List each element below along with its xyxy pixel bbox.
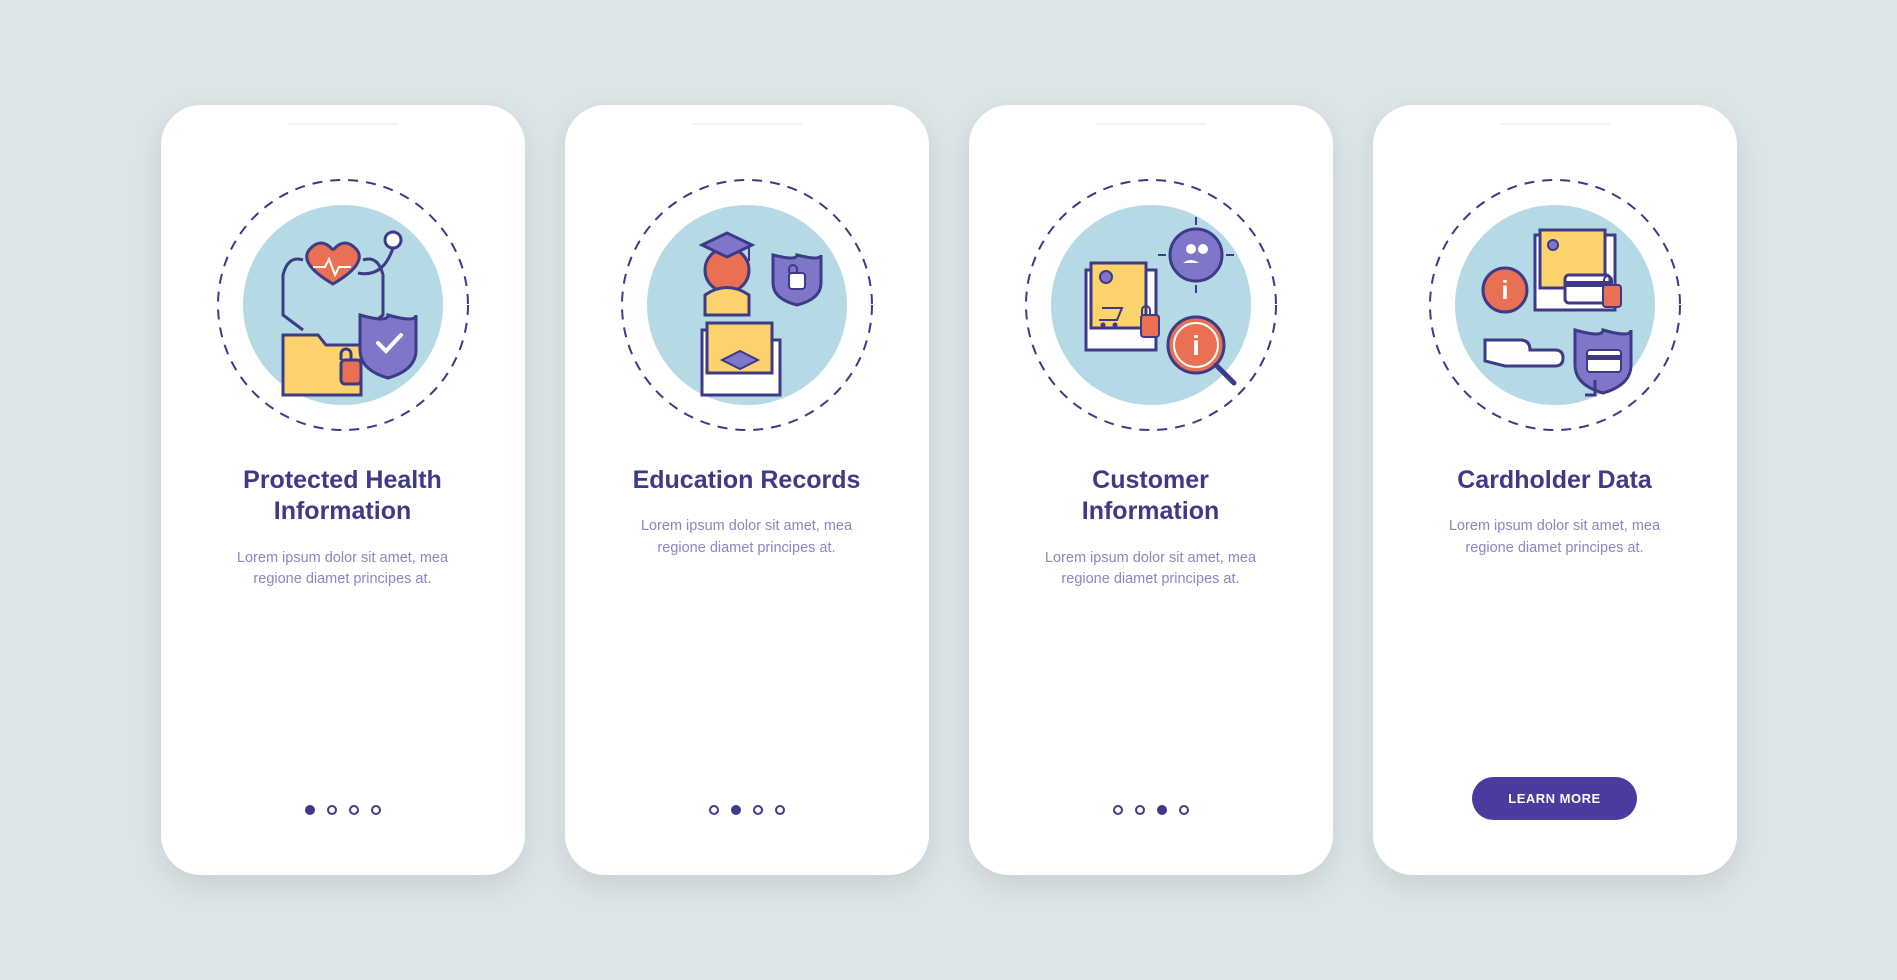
dot-4[interactable] [775, 805, 785, 815]
pagination-dots [1113, 805, 1189, 815]
dot-1[interactable] [305, 805, 315, 815]
dot-3[interactable] [753, 805, 763, 815]
onboarding-card-3: i Customer Information Lorem ipsum dolor… [969, 105, 1333, 875]
dot-2[interactable] [1135, 805, 1145, 815]
onboarding-card-4: i Cardholder Data Lorem ipsum dolor sit … [1373, 105, 1737, 875]
card-description: Lorem ipsum dolor sit amet, mea regione … [1435, 516, 1675, 560]
card-description: Lorem ipsum dolor sit amet, mea regione … [1031, 548, 1271, 592]
card-description: Lorem ipsum dolor sit amet, mea regione … [223, 548, 463, 592]
health-info-icon [213, 175, 473, 435]
dot-4[interactable] [1179, 805, 1189, 815]
card-title: Education Records [633, 465, 861, 496]
dot-3[interactable] [349, 805, 359, 815]
dot-1[interactable] [709, 805, 719, 815]
cardholder-data-icon: i [1425, 175, 1685, 435]
svg-text:i: i [1501, 275, 1508, 305]
card-title: Protected Health Information [213, 465, 473, 528]
onboarding-card-1: Protected Health Information Lorem ipsum… [161, 105, 525, 875]
dot-2[interactable] [731, 805, 741, 815]
dot-1[interactable] [1113, 805, 1123, 815]
card-title: Customer Information [1021, 465, 1281, 528]
dot-3[interactable] [1157, 805, 1167, 815]
onboarding-phones-row: Protected Health Information Lorem ipsum… [161, 105, 1737, 875]
svg-text:i: i [1192, 330, 1200, 361]
onboarding-card-2: Education Records Lorem ipsum dolor sit … [565, 105, 929, 875]
education-records-icon [617, 175, 877, 435]
card-title: Cardholder Data [1457, 465, 1651, 496]
learn-more-button[interactable]: LEARN MORE [1472, 777, 1636, 820]
pagination-dots [709, 805, 785, 815]
dot-2[interactable] [327, 805, 337, 815]
pagination-dots [305, 805, 381, 815]
dot-4[interactable] [371, 805, 381, 815]
card-description: Lorem ipsum dolor sit amet, mea regione … [627, 516, 867, 560]
customer-info-icon: i [1021, 175, 1281, 435]
